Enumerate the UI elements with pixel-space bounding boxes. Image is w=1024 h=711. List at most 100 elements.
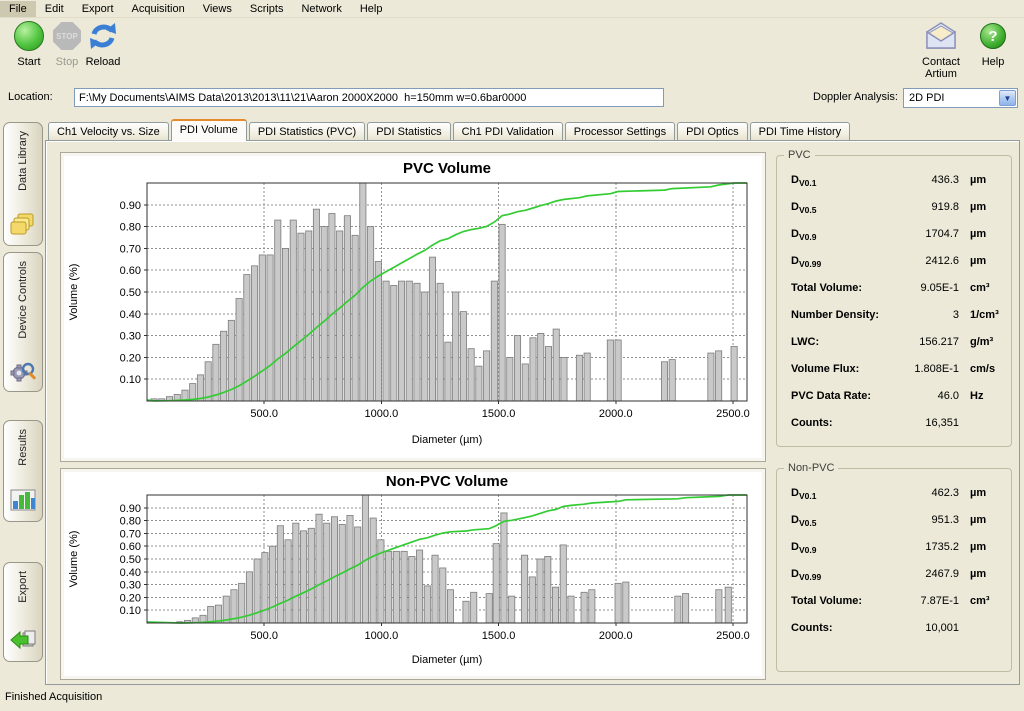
pvc-volume-chart: PVC Volume0.100.200.300.400.500.600.700.… xyxy=(61,153,761,457)
stat-row-dv0-1: DV0.1436.3µm xyxy=(791,174,1003,201)
svg-text:0.70: 0.70 xyxy=(120,243,141,255)
stat-label: DV0.9 xyxy=(791,228,816,242)
sidebar-item-data-library[interactable]: Data Library xyxy=(3,122,43,246)
sidebar-item-device-controls[interactable]: Device Controls xyxy=(3,252,43,392)
help-label: Help xyxy=(968,56,1018,68)
stat-value: 1704.7 xyxy=(901,228,959,240)
svg-text:1000.0: 1000.0 xyxy=(365,630,399,642)
stat-label: Volume Flux: xyxy=(791,363,859,375)
stat-row-dv0-9: DV0.9 1704.7µm xyxy=(791,228,1003,255)
svg-text:0.90: 0.90 xyxy=(120,503,141,515)
menu-scripts[interactable]: Scripts xyxy=(241,1,293,17)
stat-unit: Hz xyxy=(959,390,1003,402)
tab-processor-settings[interactable]: Processor Settings xyxy=(565,122,675,141)
stat-row-total-volume: Total Volume:7.87E-1cm³ xyxy=(791,595,1003,622)
stat-value: 951.3 xyxy=(901,514,959,526)
doppler-analysis-value: 2D PDI xyxy=(904,92,999,104)
stat-unit: µm xyxy=(959,201,1003,213)
reload-button[interactable]: Reload xyxy=(74,18,132,68)
stat-unit: µm xyxy=(959,487,1003,499)
non-pvc-volume-chart-panel: Non-PVC Volume0.100.200.300.400.500.600.… xyxy=(60,468,766,680)
svg-text:0.60: 0.60 xyxy=(120,265,141,277)
stat-label: Counts: xyxy=(791,417,833,429)
tab-strip: Ch1 Velocity vs. SizePDI VolumePDI Stati… xyxy=(48,119,852,141)
svg-text:1000.0: 1000.0 xyxy=(365,408,399,420)
stat-value: 2467.9 xyxy=(901,568,959,580)
svg-text:2500.0: 2500.0 xyxy=(716,408,750,420)
sidebar-item-export[interactable]: Export xyxy=(3,562,43,662)
stat-label-subscript: V0.5 xyxy=(799,518,817,528)
menu-acquisition[interactable]: Acquisition xyxy=(123,1,194,17)
svg-text:Non-PVC Volume: Non-PVC Volume xyxy=(386,473,508,490)
svg-text:0.80: 0.80 xyxy=(120,222,141,234)
location-input[interactable] xyxy=(74,88,664,107)
stat-value: 46.0 xyxy=(901,390,959,402)
folders-icon xyxy=(10,211,36,240)
contact-artium-button[interactable]: Contact Artium xyxy=(905,18,977,80)
sidebar-item-label: Results xyxy=(17,429,29,466)
doppler-analysis-label: Doppler Analysis: xyxy=(813,91,898,103)
tab-pdi-time-history[interactable]: PDI Time History xyxy=(750,122,851,141)
svg-text:0.90: 0.90 xyxy=(120,200,141,212)
tab-pdi-statistics[interactable]: PDI Statistics xyxy=(367,122,450,141)
stat-row-dv0-99: DV0.992412.6µm xyxy=(791,255,1003,282)
svg-text:Diameter (µm): Diameter (µm) xyxy=(412,434,483,446)
sidebar-item-label: Device Controls xyxy=(17,261,29,339)
stat-row-number-density: Number Density:31/cm³ xyxy=(791,309,1003,336)
tab-pdi-statistics-pvc[interactable]: PDI Statistics (PVC) xyxy=(249,122,365,141)
tab-ch1-velocity-vs-size[interactable]: Ch1 Velocity vs. Size xyxy=(48,122,169,141)
status-text: Finished Acquisition xyxy=(5,691,102,703)
stat-label: LWC: xyxy=(791,336,819,348)
app-window: { "menu": { "items": ["File","Edit","Exp… xyxy=(0,0,1024,711)
stat-unit: µm xyxy=(959,568,1003,580)
reload-icon xyxy=(87,20,119,52)
stat-label: PVC Data Rate: xyxy=(791,390,871,402)
non-pvc-volume-chart: Non-PVC Volume0.100.200.300.400.500.600.… xyxy=(61,469,761,675)
reload-label: Reload xyxy=(74,56,132,68)
svg-text:0.80: 0.80 xyxy=(120,516,141,528)
tab-pdi-optics[interactable]: PDI Optics xyxy=(677,122,748,141)
chevron-down-icon[interactable]: ▼ xyxy=(999,90,1016,106)
svg-text:0.40: 0.40 xyxy=(120,309,141,321)
menu-network[interactable]: Network xyxy=(292,1,350,17)
tab-ch1-pdi-validation[interactable]: Ch1 PDI Validation xyxy=(453,122,563,141)
sidebar-item-label: Export xyxy=(17,571,29,603)
doppler-analysis-select[interactable]: 2D PDI ▼ xyxy=(903,88,1018,108)
stat-unit: g/m³ xyxy=(959,336,1003,348)
location-row: Location: Doppler Analysis: 2D PDI ▼ xyxy=(0,84,1024,112)
stat-unit: cm³ xyxy=(959,595,1003,607)
menu-views[interactable]: Views xyxy=(194,1,241,17)
menu-help[interactable]: Help xyxy=(351,1,392,17)
stat-unit: µm xyxy=(959,228,1003,240)
svg-text:0.50: 0.50 xyxy=(120,287,141,299)
menu-edit[interactable]: Edit xyxy=(36,1,73,17)
stat-label-subscript: V0.1 xyxy=(799,491,817,501)
svg-text:Diameter (µm): Diameter (µm) xyxy=(412,654,483,666)
stat-row-dv0-5: DV0.5919.8µm xyxy=(791,201,1003,228)
svg-text:PVC Volume: PVC Volume xyxy=(403,160,491,177)
svg-text:0.70: 0.70 xyxy=(120,528,141,540)
stat-unit: µm xyxy=(959,541,1003,553)
pvc-stats-rows: DV0.1436.3µmDV0.5919.8µmDV0.91704.7µmDV0… xyxy=(791,174,1003,444)
help-icon: ? xyxy=(980,23,1006,49)
menu-file[interactable]: File xyxy=(0,1,36,17)
stat-label-subscript: V0.99 xyxy=(799,572,821,582)
stat-label-subscript: V0.9 xyxy=(799,232,817,242)
stat-value: 16,351 xyxy=(901,417,959,429)
stat-label-subscript: V0.99 xyxy=(799,259,821,269)
sidebar-item-label: Data Library xyxy=(17,131,29,191)
help-button[interactable]: ? Help xyxy=(968,18,1018,68)
stat-value: 1735.2 xyxy=(901,541,959,553)
menu-export[interactable]: Export xyxy=(73,1,123,17)
stat-unit: µm xyxy=(959,255,1003,267)
stat-label: DV0.9 xyxy=(791,541,816,555)
contact-artium-label: Contact Artium xyxy=(905,56,977,80)
stat-row-pvc-data-rate: PVC Data Rate: 46.0Hz xyxy=(791,390,1003,417)
tab-pdi-volume[interactable]: PDI Volume xyxy=(171,119,247,141)
svg-text:500.0: 500.0 xyxy=(250,408,278,420)
stat-value: 919.8 xyxy=(901,201,959,213)
svg-text:Volume (%): Volume (%) xyxy=(68,531,80,588)
stat-value: 2412.6 xyxy=(901,255,959,267)
sidebar-item-results[interactable]: Results xyxy=(3,420,43,522)
menu-bar: FileEditExportAcquisitionViewsScriptsNet… xyxy=(0,0,1024,18)
